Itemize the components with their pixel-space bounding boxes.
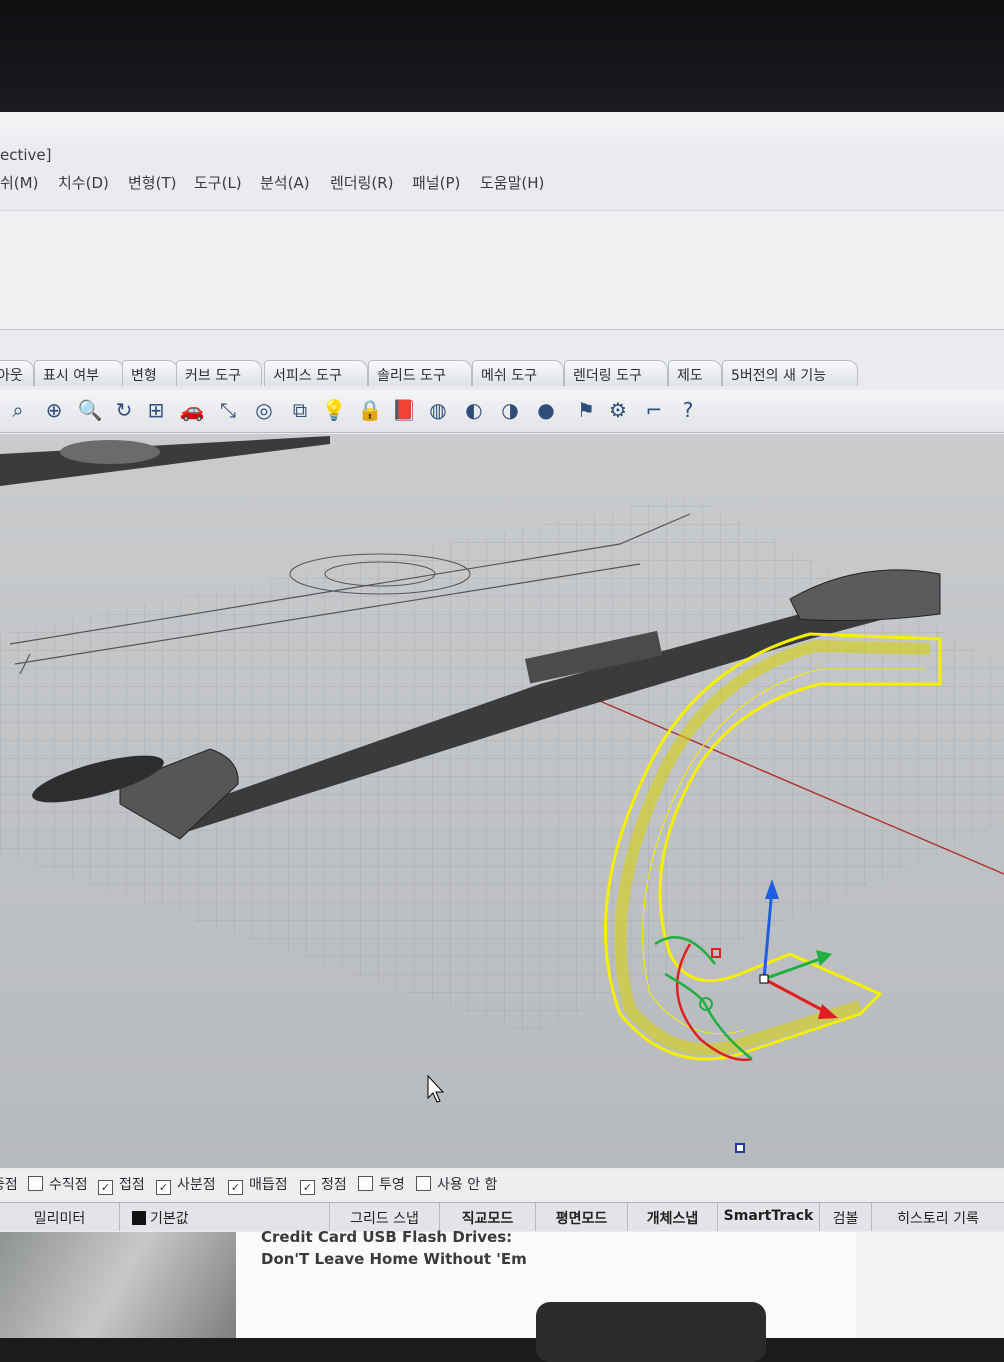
status-grid-snap[interactable]: 그리드 스냅 [330,1203,440,1231]
rotate-view-icon[interactable]: ↻ [110,396,138,424]
car-render-icon[interactable]: 🚗 [178,396,206,424]
tab-solid-tools[interactable]: 솔리드 도구 [368,360,472,386]
checkbox-disable[interactable] [416,1176,431,1191]
menu-panels[interactable]: 패널(P) [412,172,460,193]
toolbar: ⌕ ⊕ 🔍 ↻ ⊞ 🚗 ⤡ ◎ ⧉ 💡 🔒 📕 ◍ ◐ ◑ ● ⚑ ⚙ ⌐? [0,390,1004,433]
osnap-tangent[interactable]: ✓ 접점 [98,1174,145,1195]
checkbox-perpendicular[interactable] [28,1176,43,1191]
shaded-sphere-icon[interactable]: ◐ [460,396,488,424]
status-bar: 밀리미터 기본값 그리드 스냅 직교모드 평면모드 개체스냅 SmartTrac… [0,1202,1004,1231]
circle-tool-icon[interactable]: ◎ [250,396,278,424]
tab-layout[interactable]: 아웃 [0,360,34,386]
background-device-photo [0,1232,236,1338]
tab-new-in-v5[interactable]: 5버전의 새 기능 [722,360,858,386]
article-line-1: Credit Card USB Flash Drives: [261,1228,513,1246]
select-icon[interactable]: ⤡ [214,396,242,424]
lock-icon[interactable]: 🔒 [356,396,384,424]
checkbox-tangent[interactable]: ✓ [98,1180,113,1195]
perspective-viewport[interactable] [0,434,1004,1168]
color-wheel-icon[interactable]: ◍ [424,396,452,424]
toolbar-tab-row: 아웃 표시 여부 변형 커브 도구 서피스 도구 솔리드 도구 메쉬 도구 렌더… [0,360,880,388]
menu-analyze[interactable]: 분석(A) [260,172,310,193]
title-bar: ective] [0,112,1004,164]
osnap-perpendicular[interactable]: 수직점 [28,1174,88,1194]
layer-color-swatch [132,1211,146,1225]
status-osnap[interactable]: 개체스냅 [628,1203,718,1231]
osnap-bar: 중점 수직점 ✓접점 ✓사분점 ✓매듭점 ✓정점 투영 사용 안 함 [0,1170,1004,1200]
menu-mesh[interactable]: 쉬(M) [0,172,38,193]
menu-help[interactable]: 도움말(H) [480,172,544,193]
partial-model-ellipse [60,440,160,464]
light-bulb-icon[interactable]: 💡 [320,396,348,424]
zoom-extents-icon[interactable]: ⊕ [40,396,68,424]
zoom-window-icon[interactable]: 🔍 [76,396,104,424]
background-photo-right [856,1232,1004,1338]
checkbox-vertex[interactable]: ✓ [300,1180,315,1195]
status-units[interactable]: 밀리미터 [0,1203,120,1231]
monitor-bezel [0,0,1004,125]
checkbox-quadrant[interactable]: ✓ [156,1180,171,1195]
menu-bar: 쉬(M) 치수(D) 변형(T) 도구(L) 분석(A) 렌더링(R) 패널(P… [0,172,1004,206]
command-area[interactable] [0,210,1004,330]
window-title: ective] [0,146,52,164]
usb-drive-image [536,1302,766,1362]
four-viewports-icon[interactable]: ⊞ [142,396,170,424]
osnap-project[interactable]: 투영 [358,1174,405,1194]
help-icon[interactable]: ? [674,396,702,424]
status-gumball[interactable]: 검볼 [820,1203,872,1231]
background-laptop-screen: Credit Card USB Flash Drives: Don'T Leav… [0,1228,1004,1362]
tab-surface-tools[interactable]: 서피스 도구 [264,360,368,386]
status-layer[interactable]: 기본값 [120,1203,330,1231]
tab-transform[interactable]: 변형 [122,360,178,386]
checkbox-knot[interactable]: ✓ [228,1180,243,1195]
osnap-midpoint[interactable]: 중점 [0,1174,18,1194]
lasso-zoom-icon[interactable]: ⌕ [4,396,32,424]
osnap-quadrant[interactable]: ✓ 사분점 [156,1174,216,1195]
tab-curve-tools[interactable]: 커브 도구 [176,360,262,386]
tab-drafting[interactable]: 제도 [668,360,722,386]
status-history[interactable]: 히스토리 기록 [872,1203,1004,1231]
rhino-window: ective] 쉬(M) 치수(D) 변형(T) 도구(L) 분석(A) 렌더링… [0,112,1004,1242]
osnap-knot[interactable]: ✓ 매듭점 [228,1174,288,1195]
gear-icon[interactable]: ⚙ [604,396,632,424]
tab-mesh-tools[interactable]: 메쉬 도구 [472,360,564,386]
status-smarttrack[interactable]: SmartTrack [718,1203,820,1231]
partial-model-top [0,436,330,486]
flag-icon[interactable]: ⚑ [572,396,600,424]
menu-transform[interactable]: 변형(T) [128,172,176,193]
tab-render-tools[interactable]: 렌더링 도구 [564,360,668,386]
menu-tools[interactable]: 도구(L) [194,172,242,193]
blue-sphere-icon[interactable]: ● [532,396,560,424]
background-article: Credit Card USB Flash Drives: Don'T Leav… [236,1228,856,1362]
material-book-icon[interactable]: 📕 [390,396,418,424]
status-planar[interactable]: 평면모드 [536,1203,628,1231]
osnap-vertex[interactable]: ✓ 정점 [300,1174,347,1195]
mouse-cursor [427,1074,445,1103]
dimension-icon[interactable]: ⌐ [640,396,668,424]
status-ortho[interactable]: 직교모드 [440,1203,536,1231]
menu-render[interactable]: 렌더링(R) [330,172,394,193]
osnap-disable[interactable]: 사용 안 함 [416,1174,497,1194]
transform-icon[interactable]: ⧉ [286,396,314,424]
viewport-scene [0,436,1004,1153]
tab-visibility[interactable]: 표시 여부 [34,360,124,386]
checkbox-project[interactable] [358,1176,373,1191]
menu-dimension[interactable]: 치수(D) [58,172,109,193]
rendered-sphere-icon[interactable]: ◑ [496,396,524,424]
article-line-2: Don'T Leave Home Without 'Em [261,1250,527,1268]
